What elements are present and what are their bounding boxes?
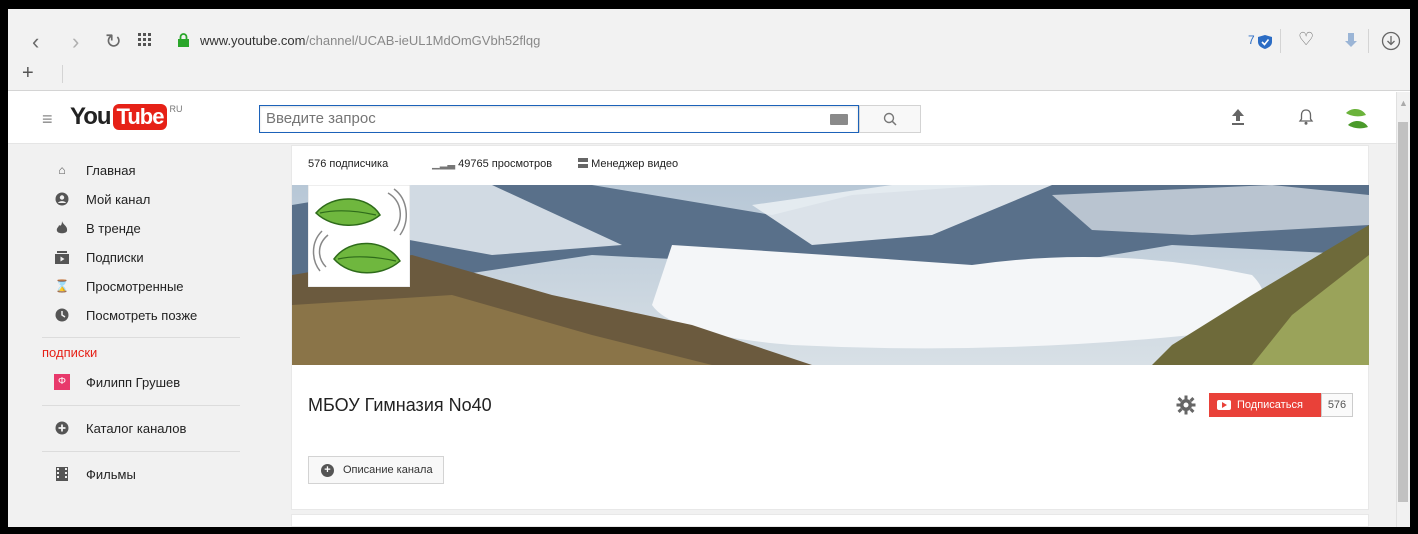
person-icon	[55, 192, 69, 206]
sidebar-item-my-channel[interactable]: Мой канал	[54, 189, 150, 209]
sidebar-item-history[interactable]: ⌛ Просмотренные	[54, 276, 184, 296]
stats-icon: ▁▂▃	[432, 159, 456, 170]
url-domain: www.youtube.com	[200, 33, 306, 48]
speed-dial-icon[interactable]	[138, 33, 152, 47]
upload-icon[interactable]	[1230, 108, 1246, 126]
shield-icon[interactable]	[1258, 35, 1272, 49]
content-card	[291, 514, 1369, 527]
sidebar-item-label: Посмотреть позже	[86, 307, 198, 323]
sidebar-item-label: Мой канал	[86, 191, 151, 207]
video-manager-label: Менеджер видео	[591, 158, 679, 170]
logo-region: RU	[169, 104, 183, 114]
sidebar-item-subscriptions[interactable]: Подписки	[54, 247, 144, 267]
new-tab-button[interactable]: +	[22, 62, 34, 85]
menu-icon[interactable]: ≡	[42, 109, 53, 130]
sidebar-item-home[interactable]: ⌂ Главная	[54, 160, 135, 180]
search-button[interactable]	[859, 105, 921, 133]
search-input[interactable]	[266, 110, 806, 127]
plus-circle-icon	[55, 421, 69, 435]
clock-icon	[55, 308, 69, 322]
flame-icon	[56, 221, 68, 234]
sidebar-item-label: Главная	[86, 162, 136, 178]
channel-banner	[292, 185, 1369, 365]
sidebar-item-catalog[interactable]: Каталог каналов	[54, 418, 186, 438]
sidebar-item-label: Фильмы	[86, 466, 136, 482]
browser-toolbar: ‹ › ↻ www.youtube.com/channel/UCAB-ieUL1…	[8, 9, 1410, 91]
subscribe-button[interactable]: Подписаться	[1209, 393, 1321, 417]
scroll-up-arrow[interactable]: ▲	[1399, 98, 1408, 108]
sidebar-item-movies[interactable]: Фильмы	[54, 464, 136, 484]
scrollbar-thumb[interactable]	[1398, 122, 1408, 502]
download-icon[interactable]	[1345, 33, 1357, 49]
forward-button[interactable]: ›	[72, 31, 79, 53]
downloads-circle-icon[interactable]	[1381, 31, 1401, 51]
sidebar-item-label: Каталог каналов	[86, 420, 187, 436]
view-count: ▁▂▃ 49765 просмотров	[432, 158, 552, 170]
video-manager-icon	[578, 158, 588, 168]
subscriptions-icon	[55, 250, 69, 264]
sidebar-item-label: Филипп Грушев	[86, 374, 181, 390]
back-button[interactable]: ‹	[32, 31, 39, 53]
channel-description-button[interactable]: + Описание канала	[308, 456, 444, 484]
channel-name: МБОУ Гимназия No40	[308, 395, 492, 415]
address-bar[interactable]: www.youtube.com/channel/UCAB-ieUL1MdOmGV…	[200, 28, 540, 54]
subscribe-label: Подписаться	[1237, 399, 1303, 411]
logo-you: You	[70, 103, 112, 130]
description-label: Описание канала	[343, 464, 433, 476]
subscriptions-heading: подписки	[42, 345, 98, 360]
sidebar-item-label: Просмотренные	[86, 278, 184, 294]
reload-button[interactable]: ↻	[105, 31, 122, 53]
bell-icon[interactable]	[1298, 108, 1314, 126]
sidebar-item-label: В тренде	[86, 220, 141, 236]
channel-header: 576 подписчика ▁▂▃ 49765 просмотров Мене…	[291, 145, 1369, 510]
film-icon	[56, 467, 68, 481]
url-path: /channel/UCAB-ieUL1MdOmGVbh52flqg	[305, 33, 541, 48]
youtube-play-icon	[1217, 400, 1231, 410]
home-icon: ⌂	[58, 163, 66, 177]
sidebar-item-trending[interactable]: В тренде	[54, 218, 141, 238]
sidebar-item-subscription[interactable]: Φ Филипп Грушев	[54, 372, 180, 392]
masthead: ≡ You Tube RU	[8, 92, 1396, 144]
youtube-page: ≡ You Tube RU Введите запрос ▲ ⌂ Главная…	[8, 92, 1410, 527]
lock-icon	[178, 33, 189, 47]
youtube-logo[interactable]: You Tube RU	[70, 104, 182, 130]
browser-window: ‹ › ↻ www.youtube.com/channel/UCAB-ieUL1…	[8, 9, 1410, 527]
gear-icon[interactable]	[1176, 395, 1196, 415]
view-count-label: 49765 просмотров	[458, 158, 553, 170]
keyboard-icon[interactable]	[830, 114, 848, 125]
channel-avatar-icon: Φ	[54, 374, 70, 390]
avatar[interactable]	[1342, 105, 1370, 133]
plus-circle-icon: +	[321, 463, 334, 477]
subscribe-count: 576	[1321, 393, 1353, 417]
video-manager-link[interactable]: Менеджер видео	[578, 158, 678, 170]
shield-count: 7	[1248, 33, 1255, 47]
search-box	[259, 105, 859, 133]
sidebar-item-label: Подписки	[86, 249, 144, 265]
sidebar: ⌂ Главная Мой канал В тренде Подписки ⌛ …	[8, 145, 258, 527]
subscriber-count: 576 подписчика	[308, 158, 389, 170]
heart-icon[interactable]: ♡	[1298, 29, 1314, 50]
logo-tube: Tube	[112, 104, 168, 130]
search-icon	[883, 112, 897, 126]
sidebar-item-watch-later[interactable]: Посмотреть позже	[54, 305, 197, 325]
channel-avatar[interactable]	[308, 185, 410, 287]
hourglass-icon: ⌛	[54, 279, 70, 293]
